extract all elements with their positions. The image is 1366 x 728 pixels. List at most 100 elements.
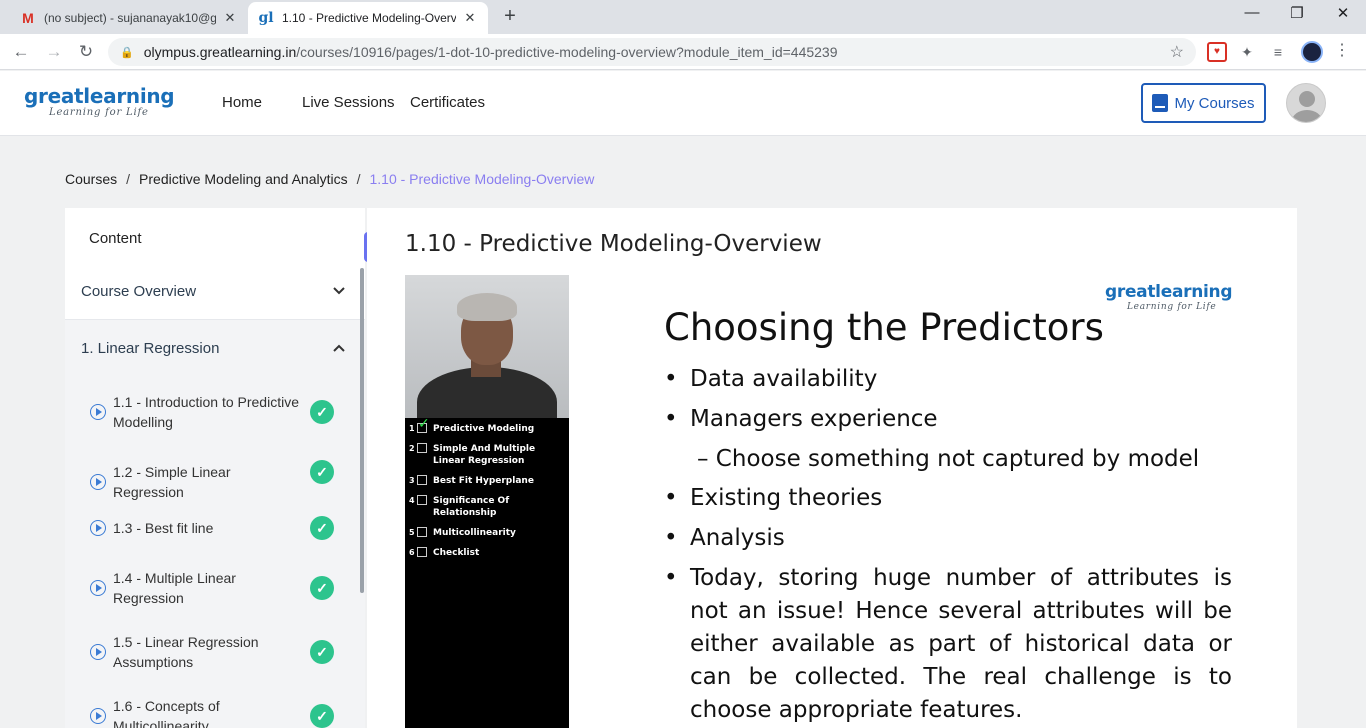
toc-label: Checklist: [433, 548, 480, 558]
lesson-item[interactable]: 1.5 - Linear Regression Assumptions ✓: [65, 632, 365, 672]
back-icon[interactable]: ←: [9, 40, 33, 64]
url-host: olympus.greatlearning.in: [143, 44, 297, 60]
close-tab-icon[interactable]: ✕: [462, 10, 478, 26]
book-icon: [1152, 94, 1169, 112]
forward-icon[interactable]: →: [42, 40, 66, 64]
logo-text: greatlearning: [24, 84, 175, 108]
content-sidebar: Content Course Overview 1. Linear Regres…: [65, 208, 365, 728]
toc-label: Predictive Modeling: [433, 424, 535, 434]
toc-item: 4 Significance Of Relationship: [409, 495, 553, 519]
slide-bullet: • Managers experience: [664, 406, 938, 432]
lesson-item[interactable]: 1.3 - Best fit line ✓: [65, 516, 365, 540]
toc-number: 4: [409, 496, 415, 505]
breadcrumb-course[interactable]: Predictive Modeling and Analytics: [139, 171, 348, 187]
user-avatar[interactable]: [1286, 83, 1326, 123]
toc-number: 6: [409, 548, 415, 557]
bullet-text: Existing theories: [690, 485, 883, 511]
nav-live-sessions[interactable]: Live Sessions: [302, 94, 395, 111]
tab-title: (no subject) - sujananayak10@gm: [44, 11, 216, 25]
slide-bullet: • Data availability: [664, 366, 878, 392]
site-header: greatlearning Learning for Life Home Liv…: [0, 71, 1366, 136]
bullet-text: Today, storing huge number of attributes…: [690, 565, 1232, 723]
breadcrumb-separator: /: [126, 171, 131, 187]
nav-certificates[interactable]: Certificates: [410, 94, 485, 111]
toc-number: 1: [409, 424, 415, 433]
lesson-content: 1.10 - Predictive Modeling-Overview 1 Pr…: [367, 208, 1297, 728]
section-label: 1. Linear Regression: [81, 339, 220, 357]
new-tab-button[interactable]: +: [498, 5, 522, 28]
completed-check-icon: ✓: [310, 576, 334, 600]
my-courses-button[interactable]: My Courses: [1141, 83, 1266, 123]
play-circle-icon: [90, 520, 106, 536]
toc-label: Significance Of Relationship: [433, 496, 510, 518]
my-courses-label: My Courses: [1174, 94, 1255, 112]
toc-item: 3 Best Fit Hyperplane: [409, 475, 553, 487]
nav-home[interactable]: Home: [222, 94, 262, 111]
slide-logo: greatlearning Learning for Life: [1105, 282, 1233, 313]
lock-icon: 🔒: [120, 46, 134, 59]
toc-item: 1 Predictive Modeling: [409, 418, 553, 435]
browser-menu-icon[interactable]: ⋮: [1332, 41, 1352, 61]
bookmark-star-icon[interactable]: ☆: [1170, 42, 1184, 62]
slide-bullet: • Existing theories: [664, 485, 883, 511]
completed-check-icon: ✓: [310, 400, 334, 424]
breadcrumb-separator: /: [356, 171, 361, 187]
media-control-icon[interactable]: ≡: [1268, 42, 1288, 62]
url-path: /courses/10916/pages/1-dot-10-predictive…: [296, 44, 838, 60]
lesson-label: 1.3 - Best fit line: [113, 520, 214, 536]
address-bar[interactable]: 🔒 olympus.greatlearning.in/courses/10916…: [108, 38, 1196, 66]
browser-tab-strip: M (no subject) - sujananayak10@gm ✕ gl 1…: [0, 0, 1366, 34]
slide-heading: Choosing the Predictors: [664, 306, 1104, 349]
section-linear-regression[interactable]: 1. Linear Regression: [65, 320, 365, 376]
lesson-item[interactable]: 1.6 - Concepts of Multicollinearity ✓: [65, 696, 365, 728]
section-course-overview[interactable]: Course Overview: [65, 264, 365, 320]
sidebar-title: Content: [89, 230, 142, 247]
completed-check-icon: ✓: [310, 460, 334, 484]
checkbox-icon: [417, 443, 427, 453]
slide-logo-tagline: Learning for Life: [1127, 302, 1217, 312]
bullet-text: Data availability: [690, 366, 878, 392]
breadcrumb: Courses / Predictive Modeling and Analyt…: [65, 171, 594, 187]
chevron-down-icon: [329, 284, 349, 299]
lesson-item[interactable]: 1.4 - Multiple Linear Regression ✓: [65, 568, 365, 608]
tab-title: 1.10 - Predictive Modeling-Overv: [282, 11, 456, 25]
checkbox-icon: [417, 495, 427, 505]
toc-item: 6 Checklist: [409, 547, 553, 559]
browser-tab-gmail[interactable]: M (no subject) - sujananayak10@gm ✕: [10, 2, 248, 34]
close-tab-icon[interactable]: ✕: [222, 10, 238, 26]
pocket-extension-icon[interactable]: ♥: [1207, 42, 1227, 62]
browser-toolbar: ← → ↻ 🔒 olympus.greatlearning.in/courses…: [0, 34, 1366, 70]
lesson-label: 1.1 - Introduction to Predictive Modelli…: [113, 394, 299, 430]
avatar-head: [1299, 91, 1315, 107]
toc-number: 2: [409, 444, 415, 453]
presenter-panel: 1 Predictive Modeling 2 Simple And Multi…: [405, 275, 569, 728]
lesson-label: 1.4 - Multiple Linear Regression: [113, 570, 236, 606]
presenter-video[interactable]: [405, 275, 569, 418]
lesson-label: 1.5 - Linear Regression Assumptions: [113, 634, 259, 670]
sidebar-scrollbar[interactable]: [360, 268, 364, 593]
play-circle-icon: [90, 580, 106, 596]
close-window-icon[interactable]: ✕: [1328, 4, 1358, 22]
toc-number: 5: [409, 528, 415, 537]
breadcrumb-current: 1.10 - Predictive Modeling-Overview: [369, 171, 595, 187]
extensions-puzzle-icon[interactable]: ✦: [1237, 42, 1257, 62]
reload-icon[interactable]: ↻: [74, 40, 98, 64]
play-circle-icon: [90, 644, 106, 660]
completed-check-icon: ✓: [310, 516, 334, 540]
browser-tab-active[interactable]: gl 1.10 - Predictive Modeling-Overv ✕: [248, 2, 488, 34]
restore-window-icon[interactable]: ❐: [1282, 4, 1312, 22]
breadcrumb-courses[interactable]: Courses: [65, 171, 117, 187]
lesson-item[interactable]: 1.2 - Simple Linear Regression ✓: [65, 460, 365, 502]
slide-logo-text: greatlearning: [1105, 282, 1233, 302]
toc-item: 2 Simple And Multiple Linear Regression: [409, 443, 553, 467]
browser-profile-icon[interactable]: [1301, 41, 1323, 63]
section-label: Course Overview: [81, 283, 197, 300]
completed-check-icon: ✓: [310, 704, 334, 728]
greatlearning-logo[interactable]: greatlearning Learning for Life: [24, 84, 175, 118]
greatlearning-favicon-icon: gl: [258, 10, 274, 26]
avatar-body: [1292, 110, 1322, 122]
lesson-item[interactable]: 1.1 - Introduction to Predictive Modelli…: [65, 392, 365, 432]
lesson-label: 1.2 - Simple Linear Regression: [113, 464, 231, 500]
minimize-window-icon[interactable]: —: [1237, 4, 1267, 21]
slide-sub-bullet: – Choose something not captured by model: [697, 443, 1199, 476]
